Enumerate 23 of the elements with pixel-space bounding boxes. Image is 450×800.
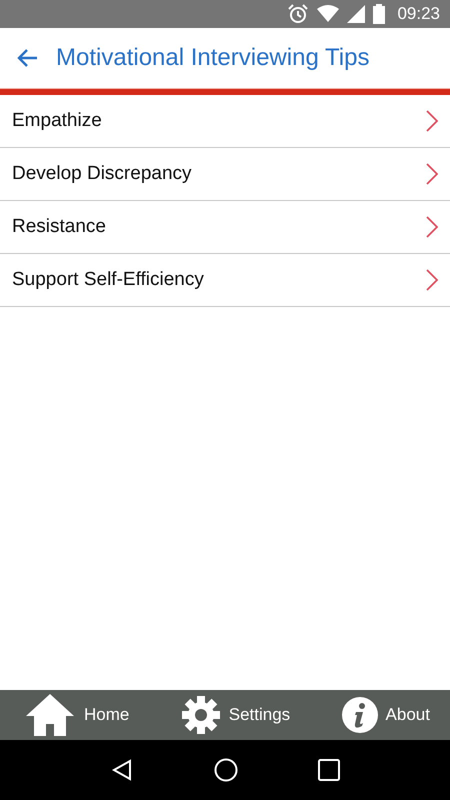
home-circle-icon[interactable] <box>214 758 238 782</box>
nav-tab-label[interactable]: Settings <box>228 705 290 725</box>
list-item[interactable]: Support Self-Efficiency <box>0 254 450 307</box>
list-item[interactable]: Empathize <box>0 95 450 148</box>
clock-time: 09:23 <box>397 4 440 24</box>
gear-icon[interactable] <box>180 695 221 735</box>
chevron-right-icon <box>426 163 438 185</box>
battery-icon <box>373 4 386 24</box>
home-icon[interactable] <box>24 692 76 738</box>
chevron-right-icon <box>426 269 438 291</box>
page-title: Motivational Interviewing Tips <box>56 44 370 72</box>
nav-tab-label[interactable]: Home <box>84 705 130 725</box>
info-icon[interactable] <box>342 697 378 733</box>
chevron-right-icon <box>426 110 438 132</box>
recents-icon[interactable] <box>318 759 340 781</box>
nav-tab-label[interactable]: About <box>386 705 430 725</box>
alarm-icon <box>287 3 310 25</box>
signal-icon <box>347 5 366 23</box>
back-icon[interactable] <box>110 758 134 782</box>
chevron-right-icon <box>426 216 438 238</box>
list-item[interactable]: Develop Discrepancy <box>0 148 450 201</box>
wifi-icon <box>317 5 340 23</box>
list-item[interactable]: Resistance <box>0 201 450 254</box>
